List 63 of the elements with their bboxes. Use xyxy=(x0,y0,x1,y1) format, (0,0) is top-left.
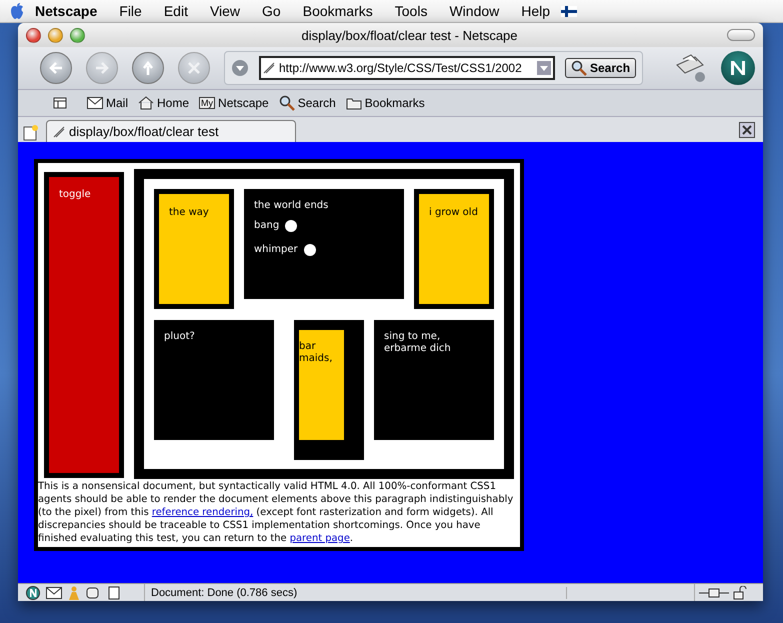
page-icon[interactable] xyxy=(22,124,40,142)
bookmark-link[interactable]: Mail xyxy=(84,96,132,110)
back-button[interactable] xyxy=(40,52,72,84)
paragraph: This is a nonsensical document, but syntactically valid HTML 4.0. All 100%-conformant CSS1 agents should be able to render the document elements above this paragraph indistinguishably (to the pixel) from this reference rendering, (except font rasterization and form widgets). All discrepancies should be traceable to CSS1 implementation shortcomings. Once you have finished evaluating this test, you can return to the parent page. xyxy=(38,480,514,546)
radio-button[interactable] xyxy=(285,220,298,232)
flag-icon[interactable] xyxy=(561,6,578,16)
menu-item[interactable]: Window xyxy=(438,3,510,19)
bookmark-link[interactable]: Bookmarks xyxy=(342,96,428,110)
zoom-button[interactable] xyxy=(70,28,85,42)
text-link[interactable]: reference rendering, xyxy=(152,507,254,518)
netscape-logo[interactable] xyxy=(721,51,755,85)
bookmark-tag-icon xyxy=(263,62,275,74)
dropdown-icon[interactable] xyxy=(231,59,249,77)
block-text: the way xyxy=(169,207,210,219)
apple-icon[interactable] xyxy=(10,3,24,19)
bookmark-link[interactable]: My Netscape xyxy=(196,96,272,110)
toolbar-toggle-button[interactable] xyxy=(727,29,755,41)
right-arrow-icon xyxy=(94,60,110,76)
menu-item[interactable]: Help xyxy=(510,3,562,19)
block-text: i grow old xyxy=(429,207,479,219)
app-menu[interactable]: Netscape xyxy=(24,3,108,19)
status-text: Document: Done (0.786 secs) xyxy=(145,586,567,598)
dropdown-icon[interactable] xyxy=(537,61,551,75)
block-text: the world ends xyxy=(254,200,330,212)
window-title: display/box/float/clear test - Netscape xyxy=(300,28,519,42)
x-icon xyxy=(186,60,202,76)
connection-icon xyxy=(699,586,729,598)
lock-icon xyxy=(733,586,747,600)
block-text: sing to me, erbarme dich xyxy=(384,331,452,355)
bookmark-link[interactable]: Home xyxy=(135,96,192,110)
url-field[interactable]: http://www.w3.org/Style/CSS/Test/CSS1/2002 xyxy=(259,56,555,80)
radio-label: whimper xyxy=(254,244,298,256)
radio-button[interactable] xyxy=(304,244,316,256)
block-text: bar maids, xyxy=(299,341,334,365)
menu-item[interactable]: Bookmarks xyxy=(292,3,384,19)
toggle-label: toggle xyxy=(59,189,92,201)
close-icon[interactable] xyxy=(739,122,755,138)
house-icon xyxy=(138,96,154,110)
left-arrow-icon xyxy=(48,60,64,76)
notebook-icon[interactable] xyxy=(108,586,120,600)
bookmark-link[interactable]: Search xyxy=(276,95,339,111)
search-icon xyxy=(571,60,587,76)
search-button[interactable]: Search xyxy=(565,58,636,78)
search-icon xyxy=(278,95,295,111)
menu-item[interactable]: Go xyxy=(251,3,292,19)
up-arrow-icon xyxy=(140,60,156,76)
menu-item[interactable]: Edit xyxy=(152,3,199,19)
envelope-icon xyxy=(87,97,103,109)
bookmark-tag-icon xyxy=(53,126,65,138)
browser-tab[interactable]: display/box/float/clear test xyxy=(46,120,296,142)
text-link[interactable]: parent page xyxy=(290,533,350,544)
minimize-button[interactable] xyxy=(48,28,63,42)
reload-button[interactable] xyxy=(132,52,164,84)
menu-item[interactable]: View xyxy=(198,3,252,19)
my-icon: My xyxy=(199,97,216,109)
radio-label: bang xyxy=(254,220,280,232)
menu-item[interactable]: File xyxy=(108,3,153,19)
envelope-icon xyxy=(46,586,62,598)
folder-icon xyxy=(346,96,362,110)
close-button[interactable] xyxy=(26,28,41,42)
menu-item[interactable]: Tools xyxy=(384,3,438,19)
block-text: pluot? xyxy=(164,331,196,343)
netscape-icon[interactable] xyxy=(26,586,40,600)
